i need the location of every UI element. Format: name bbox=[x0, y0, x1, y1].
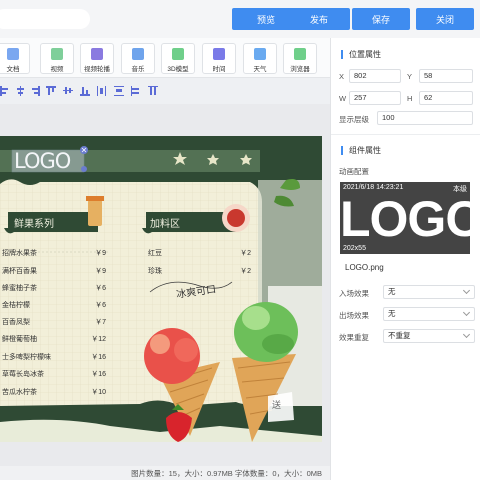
h-input[interactable]: 62 bbox=[419, 91, 473, 105]
tool-music[interactable]: 音乐 bbox=[121, 43, 155, 74]
properties-panel: 位置属性 X 802 Y 58 W 257 H 62 显示层级 100 组件属性… bbox=[330, 38, 480, 480]
menu-item[interactable]: 红豆 ￥2 bbox=[146, 248, 251, 258]
chevron-down-icon bbox=[462, 286, 471, 295]
tool-video[interactable]: 视频 bbox=[40, 43, 74, 74]
distribute-vertical-icon[interactable] bbox=[114, 86, 124, 96]
repeat-effect-label: 效果重复 bbox=[339, 333, 369, 342]
menu-item[interactable]: 苦瓜水柠茶 ￥10 bbox=[0, 387, 108, 397]
align-top-icon[interactable] bbox=[46, 86, 56, 96]
design-stage[interactable]: LOGO 鲜果系列 加料区 招牌水果茶 ￥9 满杯百香果 ￥9 蜂蜜柚子茶 ￥6 金桔… bbox=[0, 136, 322, 442]
menu-item[interactable]: 满杯百香果 ￥9 bbox=[0, 266, 108, 276]
tool-time[interactable]: 时间 bbox=[202, 43, 236, 74]
send-label: 送 bbox=[272, 400, 282, 410]
document-icon bbox=[7, 48, 19, 60]
menu-item[interactable]: 金桔柠檬 ￥6 bbox=[0, 300, 108, 310]
section-title-fruit: 鲜果系列 bbox=[14, 219, 54, 230]
align-toolbar bbox=[0, 80, 330, 102]
video-carousel-icon bbox=[91, 48, 103, 60]
menu-item[interactable]: 珍珠 ￥2 bbox=[146, 266, 251, 276]
tool-video-carousel[interactable]: 视频轮播 bbox=[80, 43, 114, 74]
canvas-area: LOGO 鲜果系列 加料区 招牌水果茶 ￥9 满杯百香果 ￥9 蜂蜜柚子茶 ￥6 金桔… bbox=[0, 104, 330, 466]
equal-height-icon[interactable] bbox=[148, 86, 158, 96]
y-input[interactable]: 58 bbox=[419, 69, 473, 83]
menu-item[interactable]: 蜂蜜柚子茶 ￥6 bbox=[0, 283, 108, 293]
w-input[interactable]: 257 bbox=[349, 91, 401, 105]
chevron-down-icon bbox=[462, 330, 471, 339]
status-bar: 图片数量：15，大小：0.97MB 字体数量：0，大小：0MB bbox=[0, 466, 330, 480]
browser-icon bbox=[294, 48, 306, 60]
exit-effect-label: 出场效果 bbox=[339, 311, 369, 320]
repeat-effect-select[interactable]: 不重复 bbox=[383, 329, 475, 343]
tool-3d-model[interactable]: 3D模型 bbox=[161, 43, 195, 74]
w-label: W bbox=[339, 94, 347, 103]
animation-config-label: 动画配置 bbox=[339, 167, 369, 176]
menu-item[interactable]: 招牌水果茶 ￥9 bbox=[0, 248, 108, 258]
align-center-v-icon[interactable] bbox=[63, 86, 73, 96]
divider bbox=[331, 134, 480, 135]
component-toolbar: 文档 视频 视频轮播 音乐 3D模型 时间 天气 浏览器 bbox=[0, 38, 330, 78]
align-left-icon[interactable] bbox=[0, 86, 9, 96]
status-text: 图片数量：15，大小：0.97MB 字体数量：0，大小：0MB bbox=[131, 469, 322, 478]
publish-button[interactable]: 发布 bbox=[288, 8, 350, 30]
save-button[interactable]: 保存 bbox=[352, 8, 410, 30]
layer-label: 显示层级 bbox=[339, 115, 369, 124]
music-icon bbox=[132, 48, 144, 60]
weather-icon bbox=[254, 48, 266, 60]
filename-label: LOGO.png bbox=[345, 263, 384, 272]
position-section-title: 位置属性 bbox=[341, 50, 381, 59]
clock-icon bbox=[213, 48, 225, 60]
image-preview[interactable]: 2021/6/18 14:23:21 本级 LOGO 202x55 bbox=[340, 182, 470, 254]
align-right-icon[interactable] bbox=[31, 86, 40, 96]
logo-element[interactable]: LOGO bbox=[14, 149, 71, 173]
tool-document[interactable]: 文档 bbox=[0, 43, 30, 74]
enter-effect-label: 入场效果 bbox=[339, 289, 369, 298]
cube-icon bbox=[172, 48, 184, 60]
video-icon bbox=[51, 48, 63, 60]
equal-width-icon[interactable] bbox=[131, 86, 140, 96]
layer-input[interactable]: 100 bbox=[377, 111, 473, 125]
top-bar: 预览 发布 保存 关闭 bbox=[0, 0, 480, 38]
title-field[interactable] bbox=[0, 9, 90, 29]
tool-browser[interactable]: 浏览器 bbox=[283, 43, 317, 74]
x-label: X bbox=[339, 72, 345, 81]
enter-effect-select[interactable]: 无 bbox=[383, 285, 475, 299]
preview-logo: LOGO bbox=[340, 191, 470, 247]
menu-item[interactable]: 鲜橙葡萄柚 ￥12 bbox=[0, 334, 108, 344]
close-button[interactable]: 关闭 bbox=[416, 8, 474, 30]
menu-item[interactable]: 百香凤梨 ￥7 bbox=[0, 317, 108, 327]
h-label: H bbox=[407, 94, 413, 103]
y-label: Y bbox=[407, 72, 413, 81]
menu-list-fruit: 招牌水果茶 ￥9 满杯百香果 ￥9 蜂蜜柚子茶 ￥6 金桔柠檬 ￥6 百香凤梨 ￥7 鲜橙… bbox=[0, 248, 110, 408]
component-section-title: 组件属性 bbox=[341, 146, 381, 155]
x-input[interactable]: 802 bbox=[349, 69, 401, 83]
menu-item[interactable]: 士多啤梨柠檬味 ￥16 bbox=[0, 352, 108, 362]
preview-size: 202x55 bbox=[343, 245, 366, 252]
distribute-horizontal-icon[interactable] bbox=[97, 86, 106, 96]
align-center-h-icon[interactable] bbox=[16, 86, 25, 96]
section-title-toppings: 加料区 bbox=[150, 219, 180, 230]
menu-item[interactable]: 草莓长岛冰茶 ￥16 bbox=[0, 369, 108, 379]
align-bottom-icon[interactable] bbox=[80, 86, 90, 96]
tool-weather[interactable]: 天气 bbox=[243, 43, 277, 74]
chevron-down-icon bbox=[462, 308, 471, 317]
exit-effect-select[interactable]: 无 bbox=[383, 307, 475, 321]
